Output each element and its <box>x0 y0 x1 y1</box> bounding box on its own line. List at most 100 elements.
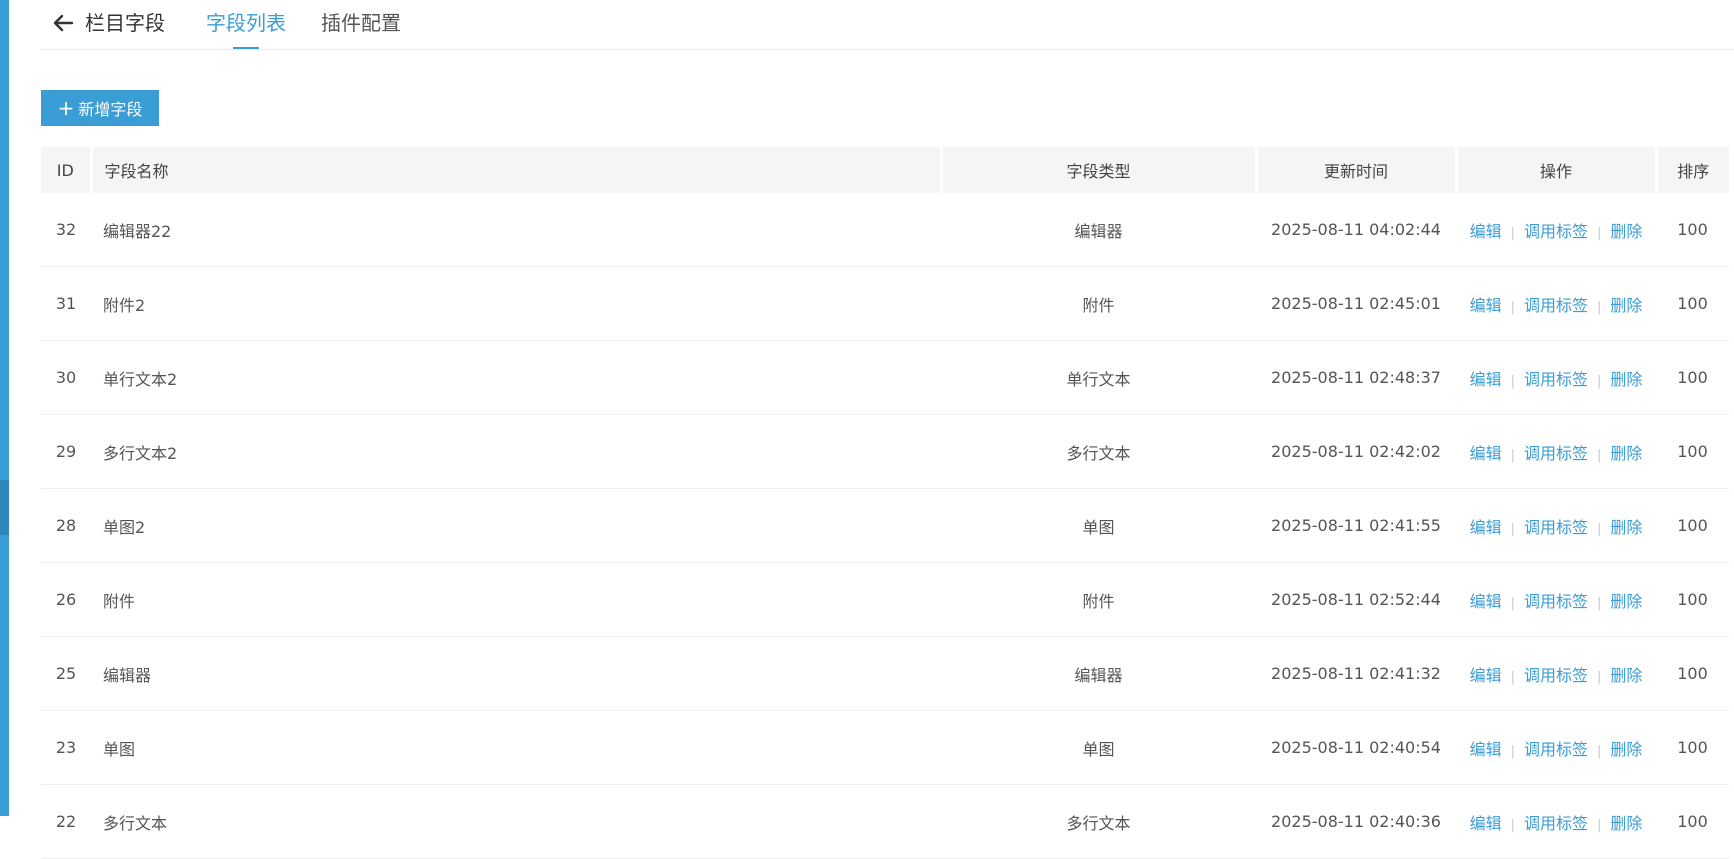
sidebar-active-marker <box>0 480 9 535</box>
field-type: 单图 <box>941 710 1256 785</box>
column-header-sort: 排序 <box>1656 147 1729 193</box>
edit-link[interactable]: 编辑 <box>1470 222 1502 241</box>
edit-link[interactable]: 编辑 <box>1470 444 1502 463</box>
column-header-id: ID <box>41 147 93 193</box>
call-tag-link[interactable]: 调用标签 <box>1524 518 1588 537</box>
column-header-updated: 更新时间 <box>1256 147 1458 193</box>
call-tag-link[interactable]: 调用标签 <box>1524 296 1588 315</box>
field-type: 单图 <box>941 488 1256 563</box>
field-sort: 100 <box>1656 193 1729 267</box>
field-sort: 100 <box>1656 636 1729 711</box>
field-id: 25 <box>41 636 91 711</box>
field-id: 23 <box>41 710 91 785</box>
edit-link[interactable]: 编辑 <box>1470 518 1502 537</box>
delete-link[interactable]: 删除 <box>1610 370 1642 389</box>
table-row: 28 单图2 单图 2025-08-11 02:41:55 编辑 | 调用标签 | 删除 100 <box>41 488 1729 563</box>
delete-link[interactable]: 删除 <box>1610 814 1642 833</box>
field-id: 31 <box>41 266 91 341</box>
action-separator: | <box>1597 447 1602 463</box>
delete-link[interactable]: 删除 <box>1610 222 1642 241</box>
action-separator: | <box>1510 743 1515 759</box>
delete-link[interactable]: 删除 <box>1610 666 1642 685</box>
field-sort: 100 <box>1656 414 1729 489</box>
action-separator: | <box>1597 669 1602 685</box>
delete-link[interactable]: 删除 <box>1610 296 1642 315</box>
action-separator: | <box>1597 521 1602 537</box>
tab-bar: 栏目字段 字段列表 插件配置 <box>41 0 1734 50</box>
field-id: 22 <box>41 784 91 859</box>
field-name: 单图2 <box>91 488 941 563</box>
field-sort: 100 <box>1656 710 1729 785</box>
table-row: 25 编辑器 编辑器 2025-08-11 02:41:32 编辑 | 调用标签 | 删除 100 <box>41 636 1729 711</box>
field-updated-time: 2025-08-11 02:42:02 <box>1256 414 1456 489</box>
field-sort: 100 <box>1656 562 1729 637</box>
action-separator: | <box>1510 447 1515 463</box>
field-updated-time: 2025-08-11 02:45:01 <box>1256 266 1456 341</box>
action-separator: | <box>1597 299 1602 315</box>
column-header-type: 字段类型 <box>941 147 1258 193</box>
action-separator: | <box>1510 521 1515 537</box>
field-name: 附件 <box>91 562 941 637</box>
action-separator: | <box>1510 669 1515 685</box>
field-name: 编辑器22 <box>91 193 941 267</box>
plus-icon: + <box>57 96 75 120</box>
field-id: 29 <box>41 414 91 489</box>
add-field-button[interactable]: + 新增字段 <box>41 90 159 126</box>
field-updated-time: 2025-08-11 02:41:32 <box>1256 636 1456 711</box>
field-type: 编辑器 <box>941 636 1256 711</box>
action-separator: | <box>1510 595 1515 611</box>
delete-link[interactable]: 删除 <box>1610 518 1642 537</box>
table-row: 32 编辑器22 编辑器 2025-08-11 04:02:44 编辑 | 调用标签 | 删除 1… <box>41 193 1729 267</box>
call-tag-link[interactable]: 调用标签 <box>1524 444 1588 463</box>
call-tag-link[interactable]: 调用标签 <box>1524 370 1588 389</box>
field-updated-time: 2025-08-11 02:40:36 <box>1256 784 1456 859</box>
column-header-name: 字段名称 <box>91 147 943 193</box>
delete-link[interactable]: 删除 <box>1610 444 1642 463</box>
field-name: 单图 <box>91 710 941 785</box>
delete-link[interactable]: 删除 <box>1610 740 1642 759</box>
tab-plugin-config[interactable]: 插件配置 <box>321 9 401 37</box>
action-separator: | <box>1597 373 1602 389</box>
action-separator: | <box>1510 299 1515 315</box>
field-updated-time: 2025-08-11 02:41:55 <box>1256 488 1456 563</box>
fields-table: ID 字段名称 字段类型 更新时间 操作 排序 32 编辑器22 编辑器 2025-0… <box>41 147 1729 859</box>
action-separator: | <box>1597 595 1602 611</box>
field-type: 附件 <box>941 266 1256 341</box>
field-actions: 编辑 | 调用标签 | 删除 <box>1456 710 1656 785</box>
table-row: 22 多行文本 多行文本 2025-08-11 02:40:36 编辑 | 调用标签 | 删除 1… <box>41 784 1729 859</box>
delete-link[interactable]: 删除 <box>1610 592 1642 611</box>
edit-link[interactable]: 编辑 <box>1470 592 1502 611</box>
call-tag-link[interactable]: 调用标签 <box>1524 222 1588 241</box>
arrow-left-icon[interactable] <box>50 10 76 36</box>
field-updated-time: 2025-08-11 04:02:44 <box>1256 193 1456 267</box>
table-row: 26 附件 附件 2025-08-11 02:52:44 编辑 | 调用标签 | 删除 100 <box>41 562 1729 637</box>
call-tag-link[interactable]: 调用标签 <box>1524 666 1588 685</box>
field-type: 多行文本 <box>941 784 1256 859</box>
field-sort: 100 <box>1656 340 1729 415</box>
edit-link[interactable]: 编辑 <box>1470 814 1502 833</box>
call-tag-link[interactable]: 调用标签 <box>1524 814 1588 833</box>
action-separator: | <box>1597 225 1602 241</box>
field-actions: 编辑 | 调用标签 | 删除 <box>1456 488 1656 563</box>
call-tag-link[interactable]: 调用标签 <box>1524 592 1588 611</box>
field-name: 多行文本 <box>91 784 941 859</box>
field-name: 多行文本2 <box>91 414 941 489</box>
field-id: 32 <box>41 193 91 267</box>
field-type: 多行文本 <box>941 414 1256 489</box>
field-actions: 编辑 | 调用标签 | 删除 <box>1456 562 1656 637</box>
edit-link[interactable]: 编辑 <box>1470 666 1502 685</box>
call-tag-link[interactable]: 调用标签 <box>1524 740 1588 759</box>
table-header-row: ID 字段名称 字段类型 更新时间 操作 排序 <box>41 147 1729 193</box>
field-sort: 100 <box>1656 784 1729 859</box>
field-actions: 编辑 | 调用标签 | 删除 <box>1456 784 1656 859</box>
action-separator: | <box>1510 373 1515 389</box>
edit-link[interactable]: 编辑 <box>1470 740 1502 759</box>
edit-link[interactable]: 编辑 <box>1470 370 1502 389</box>
field-sort: 100 <box>1656 488 1729 563</box>
field-actions: 编辑 | 调用标签 | 删除 <box>1456 340 1656 415</box>
field-type: 单行文本 <box>941 340 1256 415</box>
table-row: 23 单图 单图 2025-08-11 02:40:54 编辑 | 调用标签 | 删除 100 <box>41 710 1729 785</box>
tab-field-list[interactable]: 字段列表 <box>206 9 286 37</box>
action-separator: | <box>1510 225 1515 241</box>
edit-link[interactable]: 编辑 <box>1470 296 1502 315</box>
